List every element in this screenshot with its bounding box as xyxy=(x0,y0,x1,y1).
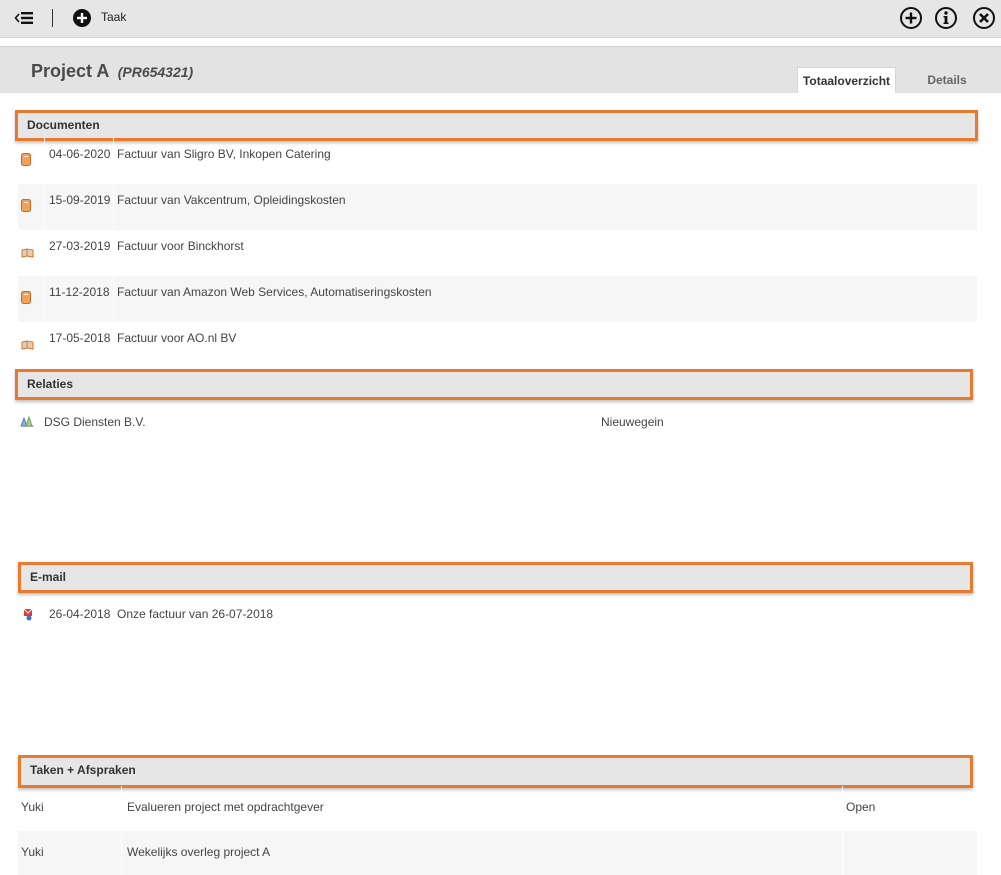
company-icon xyxy=(20,415,34,427)
section-header-documents[interactable]: Documenten xyxy=(15,110,978,141)
project-code: (PR654321) xyxy=(117,64,194,80)
document-description: Factuur voor AO.nl BV xyxy=(117,331,237,345)
document-date: 27-03-2019 xyxy=(49,239,111,253)
email-subject: Onze factuur van 26-07-2018 xyxy=(117,607,274,621)
add-task-button[interactable]: Taak xyxy=(101,10,126,24)
tab-totaaloverzicht[interactable]: Totaaloverzicht xyxy=(797,67,896,93)
document-row[interactable]: 04-06-2020 Factuur van Sligro BV, Inkope… xyxy=(18,138,977,184)
document-description: Factuur van Sligro BV, Inkopen Catering xyxy=(117,147,331,161)
section-header-email[interactable]: E-mail xyxy=(18,562,973,593)
task-description: Wekelijks overleg project A xyxy=(127,845,271,859)
document-date: 15-09-2019 xyxy=(49,193,111,207)
document-row[interactable]: 11-12-2018 Factuur van Amazon Web Servic… xyxy=(18,276,977,322)
section-title: Documenten xyxy=(27,118,100,132)
toolbar: Taak xyxy=(0,0,1001,38)
document-date: 17-05-2018 xyxy=(49,331,111,345)
email-row[interactable]: 26-04-2018 Onze factuur van 26-07-2018 xyxy=(18,598,977,638)
section-header-relations[interactable]: Relaties xyxy=(15,369,973,400)
sales-invoice-icon xyxy=(21,340,34,350)
document-description: Factuur voor Binckhorst xyxy=(117,239,244,253)
purchase-invoice-icon xyxy=(21,199,31,212)
email-date: 26-04-2018 xyxy=(49,607,111,621)
add-task-icon[interactable] xyxy=(72,8,92,28)
purchase-invoice-icon xyxy=(21,291,31,304)
project-header: Project A (PR654321) Totaaloverzicht Det… xyxy=(0,46,1001,93)
section-title: E-mail xyxy=(30,570,67,584)
task-owner: Yuki xyxy=(21,800,44,814)
purchase-invoice-icon xyxy=(21,153,31,166)
tab-details[interactable]: Details xyxy=(897,67,997,93)
document-description: Factuur van Vakcentrum, Opleidingskosten xyxy=(117,193,346,207)
sales-invoice-icon xyxy=(21,248,34,258)
close-icon[interactable] xyxy=(972,6,996,30)
task-row[interactable]: Yuki Evalueren project met opdrachtgever… xyxy=(18,786,977,830)
document-row[interactable]: 15-09-2019 Factuur van Vakcentrum, Oplei… xyxy=(18,184,977,230)
project-title: Project A xyxy=(31,61,109,81)
relation-city: Nieuwegein xyxy=(601,415,664,429)
task-owner: Yuki xyxy=(21,845,44,859)
add-circle-icon[interactable] xyxy=(899,6,923,30)
info-icon[interactable] xyxy=(934,6,958,30)
collapse-menu-icon[interactable] xyxy=(14,9,36,27)
document-row[interactable]: 27-03-2019 Factuur voor Binckhorst xyxy=(18,230,977,276)
section-title: Taken + Afspraken xyxy=(30,763,136,777)
section-header-tasks[interactable]: Taken + Afspraken xyxy=(18,755,973,788)
section-title: Relaties xyxy=(27,377,74,391)
relation-row[interactable]: DSG Diensten B.V. Nieuwegein xyxy=(18,406,977,436)
task-description: Evalueren project met opdrachtgever xyxy=(127,800,324,814)
document-row[interactable]: 17-05-2018 Factuur voor AO.nl BV xyxy=(18,322,977,368)
document-description: Factuur van Amazon Web Services, Automat… xyxy=(117,285,432,299)
task-row[interactable]: Yuki Wekelijks overleg project A xyxy=(18,831,977,875)
document-date: 04-06-2020 xyxy=(49,147,111,161)
toolbar-divider xyxy=(52,9,53,27)
task-status: Open xyxy=(846,800,876,814)
page-title: Project A (PR654321) xyxy=(31,61,193,82)
relation-name: DSG Diensten B.V. xyxy=(44,415,146,429)
document-date: 11-12-2018 xyxy=(49,285,110,299)
email-icon xyxy=(23,608,33,621)
